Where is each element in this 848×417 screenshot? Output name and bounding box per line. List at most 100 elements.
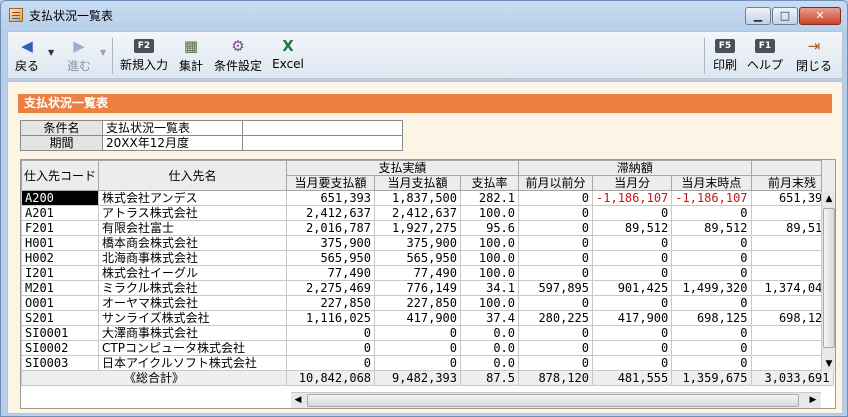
cell-month-end[interactable]: 0 xyxy=(671,340,752,356)
cell-required[interactable]: 0 xyxy=(286,340,376,356)
close-button[interactable]: ⇥ 閉じる xyxy=(794,34,834,78)
table-row[interactable]: A201アトラス株式会社2,412,6372,412,637100.00000 xyxy=(21,205,834,221)
cell-rate[interactable]: 282.1 xyxy=(460,190,520,206)
forward-button[interactable]: ▶ 進む xyxy=(62,34,96,78)
cell-required[interactable]: 227,850 xyxy=(286,295,376,311)
cell-month-end[interactable]: 0 xyxy=(671,355,752,371)
cell-previous[interactable]: 0 xyxy=(518,220,594,236)
cell-required[interactable]: 1,116,025 xyxy=(286,310,376,326)
cell-month-end[interactable]: 0 xyxy=(671,205,752,221)
cell-current[interactable]: 0 xyxy=(592,355,673,371)
cell-name[interactable]: サンライズ株式会社 xyxy=(98,310,288,326)
cell-current[interactable]: 0 xyxy=(592,325,673,341)
cell-previous[interactable]: 0 xyxy=(518,295,594,311)
table-row[interactable]: M201 ミラクル株式会社 2,275,469 776,149 34.1 597,895 9… xyxy=(21,280,834,296)
cell-required[interactable]: 0 xyxy=(286,325,376,341)
column-header-code[interactable]: 仕入先コード xyxy=(21,160,100,191)
cell-current[interactable]: 89,512 xyxy=(592,220,673,236)
cell-code[interactable]: H001 xyxy=(21,235,100,251)
table-row[interactable]: SI0002CTPコンピュータ株式会社000.00000 xyxy=(21,340,834,356)
cell-paid[interactable]: 776,149 xyxy=(374,280,462,296)
cell-previous[interactable]: 0 xyxy=(518,340,594,356)
print-button[interactable]: F5 印刷 xyxy=(710,34,740,78)
payment-grid[interactable]: 仕入先コード 仕入先名 支払実績 滞納額 当月要支払額 当月支払額 支払率 前月… xyxy=(20,159,836,409)
cell-rate[interactable]: 100.0 xyxy=(460,295,520,311)
cell-current[interactable]: 417,900 xyxy=(592,310,673,326)
table-row[interactable]: O001オーヤマ株式会社227,850227,850100.00000 xyxy=(21,295,834,311)
cell-name[interactable]: オーヤマ株式会社 xyxy=(98,295,288,311)
cell-code[interactable]: O001 xyxy=(21,295,100,311)
table-row[interactable]: SI0001大澤商事株式会社000.00000 xyxy=(21,325,834,341)
cell-paid[interactable]: 565,950 xyxy=(374,250,462,266)
cell-paid[interactable]: 0 xyxy=(374,355,462,371)
scroll-left-icon[interactable]: ◀ xyxy=(291,393,305,408)
table-row[interactable]: A200 株式会社アンデス 651,393 1,837,500 282.1 0 -1,186… xyxy=(21,190,834,206)
cell-previous[interactable]: 0 xyxy=(518,205,594,221)
cell-required[interactable]: 0 xyxy=(286,355,376,371)
cell-name[interactable]: アトラス株式会社 xyxy=(98,205,288,221)
cell-month-end[interactable]: 0 xyxy=(671,235,752,251)
column-header-required[interactable]: 当月要支払額 xyxy=(286,175,376,191)
scroll-right-icon[interactable]: ▶ xyxy=(806,393,820,408)
scroll-up-icon[interactable]: ▲ xyxy=(822,192,835,207)
table-row[interactable]: H002北海商事株式会社565,950565,950100.00000 xyxy=(21,250,834,266)
cell-rate[interactable]: 0.0 xyxy=(460,355,520,371)
column-header-rate[interactable]: 支払率 xyxy=(460,175,520,191)
table-row[interactable]: F201 有限会社富士 2,016,787 1,927,275 95.6 0 89,512 8… xyxy=(21,220,834,236)
cell-name[interactable]: 株式会社アンデス xyxy=(98,190,288,206)
back-button[interactable]: ◀ 戻る xyxy=(10,34,44,78)
cell-required[interactable]: 77,490 xyxy=(286,265,376,281)
cell-current[interactable]: 0 xyxy=(592,250,673,266)
forward-dropdown-icon[interactable]: ▼ xyxy=(100,48,106,57)
new-entry-button[interactable]: F2 新規入力 xyxy=(118,34,170,78)
cell-current[interactable]: 0 xyxy=(592,205,673,221)
column-header-name[interactable]: 仕入先名 xyxy=(98,160,288,191)
column-header-current[interactable]: 当月分 xyxy=(592,175,673,191)
horizontal-scroll-thumb[interactable] xyxy=(307,394,799,407)
cell-rate[interactable]: 0.0 xyxy=(460,325,520,341)
cell-previous[interactable]: 280,225 xyxy=(518,310,594,326)
cell-paid[interactable]: 1,927,275 xyxy=(374,220,462,236)
cell-name[interactable]: 株式会社イーグル xyxy=(98,265,288,281)
cell-paid[interactable]: 0 xyxy=(374,340,462,356)
cell-paid[interactable]: 0 xyxy=(374,325,462,341)
help-button[interactable]: F1 ヘルプ xyxy=(746,34,784,78)
cell-paid[interactable]: 77,490 xyxy=(374,265,462,281)
excel-button[interactable]: X Excel xyxy=(270,34,306,78)
cell-rate[interactable]: 100.0 xyxy=(460,250,520,266)
cell-rate[interactable]: 34.1 xyxy=(460,280,520,296)
cell-name[interactable]: ミラクル株式会社 xyxy=(98,280,288,296)
cell-code[interactable]: I201 xyxy=(21,265,100,281)
cell-name[interactable]: CTPコンピュータ株式会社 xyxy=(98,340,288,356)
table-row[interactable]: S201 サンライズ株式会社 1,116,025 417,900 37.4 280,225… xyxy=(21,310,834,326)
table-row[interactable]: I201株式会社イーグル77,49077,490100.00000 xyxy=(21,265,834,281)
column-header-previous[interactable]: 前月以前分 xyxy=(518,175,594,191)
cell-previous[interactable]: 0 xyxy=(518,235,594,251)
cell-current[interactable]: 0 xyxy=(592,340,673,356)
cell-paid[interactable]: 1,837,500 xyxy=(374,190,462,206)
cell-paid[interactable]: 2,412,637 xyxy=(374,205,462,221)
cell-name[interactable]: 北海商事株式会社 xyxy=(98,250,288,266)
cell-previous[interactable]: 0 xyxy=(518,250,594,266)
back-dropdown-icon[interactable]: ▼ xyxy=(48,48,54,57)
cell-month-end[interactable]: 0 xyxy=(671,295,752,311)
cell-previous[interactable]: 0 xyxy=(518,355,594,371)
summary-button[interactable]: ▦ 集計 xyxy=(176,34,206,78)
column-header-paid[interactable]: 当月支払額 xyxy=(374,175,462,191)
cell-code[interactable]: F201 xyxy=(21,220,100,236)
cell-month-end[interactable]: -1,186,107 xyxy=(671,190,752,206)
cell-code[interactable]: H002 xyxy=(21,250,100,266)
cell-rate[interactable]: 100.0 xyxy=(460,205,520,221)
condition-settings-button[interactable]: ⚙ 条件設定 xyxy=(212,34,264,78)
cell-month-end[interactable]: 698,125 xyxy=(671,310,752,326)
cell-code[interactable]: SI0001 xyxy=(21,325,100,341)
scroll-down-icon[interactable]: ▼ xyxy=(822,357,835,372)
cell-name[interactable]: 有限会社富士 xyxy=(98,220,288,236)
cell-required[interactable]: 2,275,469 xyxy=(286,280,376,296)
cell-code[interactable]: SI0002 xyxy=(21,340,100,356)
cell-paid[interactable]: 227,850 xyxy=(374,295,462,311)
cell-current[interactable]: 0 xyxy=(592,265,673,281)
cell-current[interactable]: 0 xyxy=(592,295,673,311)
cell-current[interactable]: -1,186,107 xyxy=(592,190,673,206)
cell-month-end[interactable]: 0 xyxy=(671,325,752,341)
